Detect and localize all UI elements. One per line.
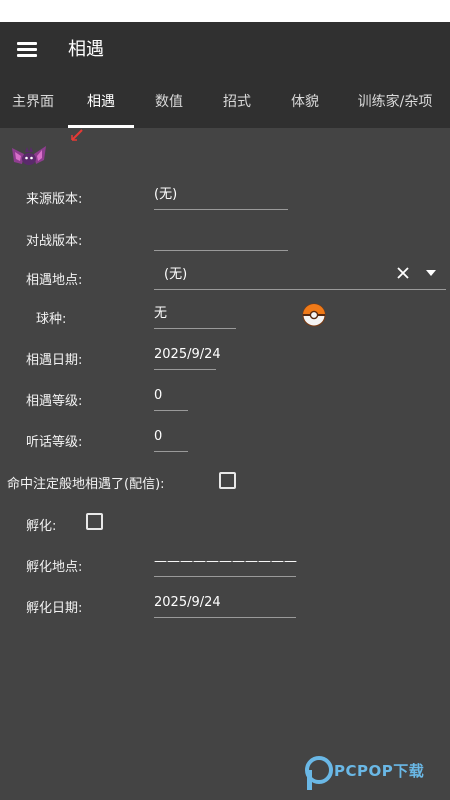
- app-bar: 相遇: [0, 22, 450, 76]
- fateful-encounter-label: 命中注定般地相遇了(配信):: [7, 477, 165, 492]
- fateful-encounter-checkbox[interactable]: [219, 472, 236, 489]
- page-title: 相遇: [68, 39, 104, 60]
- origin-game-label: 来源版本:: [26, 192, 83, 207]
- tab-bar: 主界面 相遇 数值 招式 体貌 训练家/杂项: [0, 76, 450, 128]
- selection-mark-icon: [71, 129, 83, 141]
- egg-label: 孵化:: [26, 519, 57, 534]
- watermark-text: PCPOP下载: [334, 762, 425, 780]
- tab-trainer-misc[interactable]: 训练家/杂项: [340, 76, 450, 128]
- egg-checkbox[interactable]: [86, 513, 103, 530]
- ball-label: 球种:: [36, 312, 67, 327]
- egg-location-field[interactable]: ———————————: [154, 552, 297, 577]
- origin-game-field[interactable]: (无): [154, 185, 288, 210]
- app-screen: 相遇 主界面 相遇 数值 招式 体貌 训练家/杂项 来源版本: (无) 对战版本…: [0, 0, 450, 800]
- tab-moves[interactable]: 招式: [204, 76, 270, 128]
- hamburger-menu-icon[interactable]: [10, 32, 44, 66]
- status-bar: [0, 0, 450, 22]
- pokemon-sprite-icon: [12, 146, 46, 165]
- tab-stats[interactable]: 数值: [136, 76, 202, 128]
- met-level-label: 相遇等级:: [26, 394, 83, 409]
- tab-main[interactable]: 主界面: [0, 76, 66, 128]
- chevron-down-icon[interactable]: [426, 270, 436, 276]
- poke-ball-icon: [302, 303, 326, 327]
- close-icon[interactable]: [396, 266, 410, 280]
- battle-version-label: 对战版本:: [26, 234, 83, 249]
- obedience-level-field[interactable]: 0: [154, 427, 188, 452]
- egg-location-label: 孵化地点:: [26, 560, 83, 575]
- tab-cosmetic[interactable]: 体貌: [272, 76, 338, 128]
- obedience-level-label: 听话等级:: [26, 435, 83, 450]
- met-level-field[interactable]: 0: [154, 386, 188, 411]
- battle-version-field[interactable]: [154, 226, 288, 251]
- met-date-label: 相遇日期:: [26, 353, 83, 368]
- egg-date-label: 孵化日期:: [26, 601, 83, 616]
- egg-date-field[interactable]: 2025/9/24: [154, 593, 296, 618]
- ball-field[interactable]: 无: [154, 304, 236, 329]
- met-date-field[interactable]: 2025/9/24: [154, 345, 221, 370]
- met-location-label: 相遇地点:: [26, 273, 83, 288]
- tab-met[interactable]: 相遇: [68, 76, 134, 128]
